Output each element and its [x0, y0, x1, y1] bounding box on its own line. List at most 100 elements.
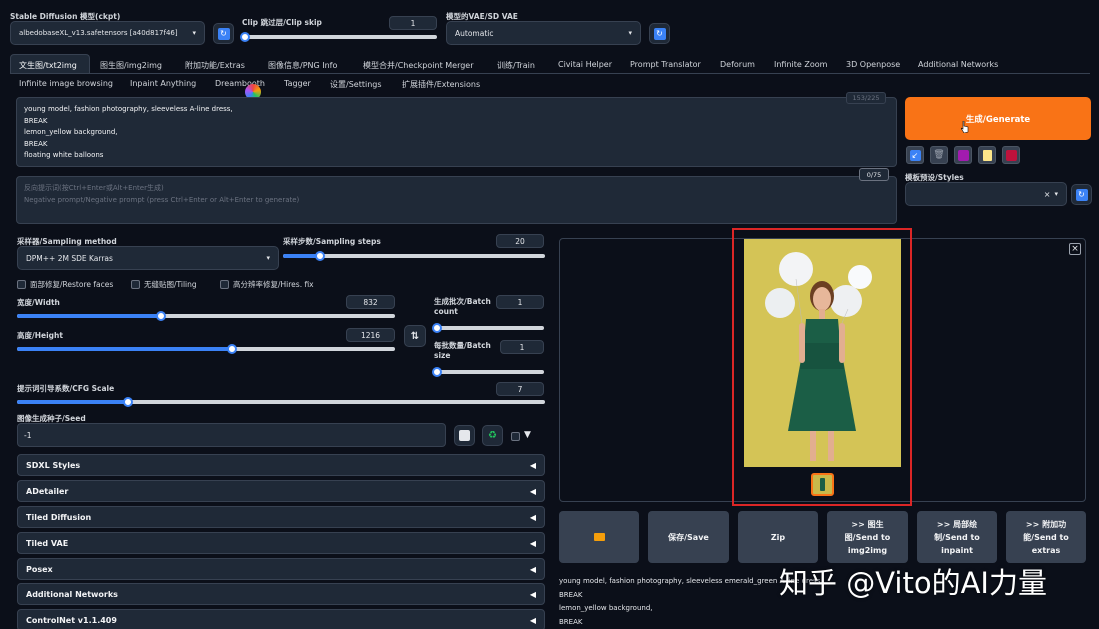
refresh-checkpoint-button[interactable]: ↻ — [213, 23, 234, 44]
tab-infinite-image-browsing[interactable]: Infinite image browsing — [19, 79, 113, 88]
clip-skip-label: Clip 跳过层/Clip skip — [242, 18, 322, 27]
generate-label: 生成/Generate — [965, 114, 1031, 125]
swap-icon: ⇅ — [410, 330, 420, 342]
clear-prompt-button[interactable]: 🗑 — [930, 146, 948, 164]
cfg-scale-slider[interactable] — [17, 397, 545, 407]
accordion-controlnet[interactable]: ControlNet v1.1.409 ◀ — [17, 609, 545, 629]
triangle-down-icon[interactable]: ▼ — [524, 430, 531, 440]
open-folder-button[interactable] — [559, 511, 639, 563]
close-icon[interactable]: × — [1069, 243, 1081, 255]
tab-infinite-zoom[interactable]: Infinite Zoom — [774, 60, 827, 69]
batch-count-input[interactable]: 1 — [496, 295, 544, 309]
mouse-cursor-icon — [960, 120, 969, 134]
floppy-disk-icon — [1005, 149, 1017, 161]
refresh-vae-button[interactable]: ↻ — [649, 23, 670, 44]
tab-tagger[interactable]: Tagger — [284, 79, 311, 88]
batch-size-slider[interactable] — [432, 367, 544, 377]
tab-checkpoint-merger[interactable]: 模型合并/Checkpoint Merger — [363, 60, 474, 71]
refresh-icon: ↻ — [217, 27, 230, 40]
send-to-extras-button[interactable]: >> 附加功 能/Send to extras — [1006, 511, 1086, 563]
picture-icon — [957, 149, 969, 161]
height-handle[interactable] — [227, 344, 237, 354]
accordion-additional-networks[interactable]: Additional Networks ◀ — [17, 583, 545, 605]
vae-value: Automatic — [455, 28, 494, 38]
tab-txt2img[interactable]: 文生图/txt2img — [19, 60, 77, 71]
save-button[interactable]: 保存/Save — [648, 511, 729, 563]
height-input[interactable]: 1216 — [346, 328, 395, 342]
cfg-scale-input[interactable]: 7 — [496, 382, 544, 396]
send-to-img2img-button[interactable]: >> 图生 图/Send to img2img — [827, 511, 908, 563]
random-seed-button[interactable] — [454, 425, 475, 446]
tab-train[interactable]: 训练/Train — [497, 60, 535, 71]
clipboard-icon — [982, 149, 992, 161]
read-params-button[interactable]: ↙ — [906, 146, 924, 164]
restore-faces-label: 面部修复/Restore faces — [30, 280, 114, 289]
clear-icon[interactable]: × — [1044, 190, 1051, 199]
checkbox-box[interactable] — [131, 280, 140, 289]
width-slider[interactable] — [17, 311, 395, 321]
accordion-title: Additional Networks — [26, 589, 118, 599]
tab-img2img[interactable]: 图生图/img2img — [100, 60, 162, 71]
accordion-tiled-vae[interactable]: Tiled VAE ◀ — [17, 532, 545, 554]
height-label: 高度/Height — [17, 331, 63, 340]
extra-networks-button[interactable] — [954, 146, 972, 164]
prompt-textarea[interactable]: young model, fashion photography, sleeve… — [16, 97, 897, 167]
width-handle[interactable] — [156, 311, 166, 321]
batch-count-slider[interactable] — [432, 323, 544, 333]
hires-fix-checkbox[interactable]: 高分辨率修复/Hires. fix — [220, 279, 314, 290]
reuse-seed-button[interactable]: ♻ — [482, 425, 503, 446]
checkbox-box[interactable] — [17, 280, 26, 289]
cfg-scale-handle[interactable] — [123, 397, 133, 407]
seed-value: -1 — [24, 430, 32, 440]
clip-skip-slider-handle[interactable] — [240, 32, 250, 42]
dice-icon — [459, 430, 470, 441]
sampling-method-dropdown[interactable]: DPM++ 2M SDE Karras ▾ — [17, 246, 279, 270]
styles-dropdown[interactable]: × ▾ — [905, 182, 1067, 206]
tab-extensions[interactable]: 扩展插件/Extensions — [402, 79, 480, 90]
swap-dimensions-button[interactable]: ⇅ — [404, 325, 426, 347]
save-style-button[interactable] — [1002, 146, 1020, 164]
tab-inpaint-anything[interactable]: Inpaint Anything — [130, 79, 196, 88]
sampling-steps-input[interactable]: 20 — [496, 234, 544, 248]
tiling-checkbox[interactable]: 无缝贴图/Tiling — [131, 279, 197, 290]
batch-size-input[interactable]: 1 — [500, 340, 544, 354]
tab-deforum[interactable]: Deforum — [720, 60, 755, 69]
sampling-steps-label: 采样步数/Sampling steps — [283, 237, 381, 246]
checkpoint-dropdown[interactable]: albedobaseXL_v13.safetensors [a40d817f46… — [10, 21, 205, 45]
generate-button[interactable]: 生成/Generate — [905, 97, 1091, 140]
batch-size-handle[interactable] — [432, 367, 442, 377]
extra-seed-checkbox[interactable] — [511, 432, 520, 441]
triangle-left-icon: ◀ — [529, 460, 536, 470]
clip-skip-input[interactable]: 1 — [389, 16, 437, 30]
tab-civitai-helper[interactable]: Civitai Helper — [558, 60, 612, 69]
accordion-sdxl-styles[interactable]: SDXL Styles ◀ — [17, 454, 545, 476]
restore-faces-checkbox[interactable]: 面部修复/Restore faces — [17, 279, 113, 290]
tab-extras[interactable]: 附加功能/Extras — [185, 60, 245, 71]
tab-3d-openpose[interactable]: 3D Openpose — [846, 60, 900, 69]
negative-prompt-textarea[interactable]: 反向提示词(按Ctrl+Enter或Alt+Enter生成) Negative … — [16, 176, 897, 224]
triangle-left-icon: ◀ — [529, 512, 536, 522]
seed-input[interactable]: -1 — [17, 423, 446, 447]
highlight-box — [732, 228, 912, 506]
height-slider[interactable] — [17, 344, 395, 354]
tiling-label: 无缝贴图/Tiling — [144, 280, 197, 289]
tab-png-info[interactable]: 图像信息/PNG Info — [268, 60, 337, 71]
sampling-method-value: DPM++ 2M SDE Karras — [26, 253, 113, 263]
refresh-styles-button[interactable]: ↻ — [1071, 184, 1092, 205]
sampling-steps-handle[interactable] — [315, 251, 325, 261]
sampling-steps-slider[interactable] — [283, 251, 545, 261]
send-to-inpaint-button[interactable]: >> 局部绘 制/Send to inpaint — [917, 511, 997, 563]
accordion-posex[interactable]: Posex ◀ — [17, 558, 545, 580]
checkbox-box[interactable] — [220, 280, 229, 289]
tab-additional-networks[interactable]: Additional Networks — [918, 60, 998, 69]
clip-skip-slider[interactable] — [240, 32, 437, 42]
apply-style-button[interactable] — [978, 146, 996, 164]
tab-settings[interactable]: 设置/Settings — [330, 79, 382, 90]
accordion-adetailer[interactable]: ADetailer ◀ — [17, 480, 545, 502]
accordion-tiled-diffusion[interactable]: Tiled Diffusion ◀ — [17, 506, 545, 528]
vae-dropdown[interactable]: Automatic ▾ — [446, 21, 641, 45]
width-input[interactable]: 832 — [346, 295, 395, 309]
zip-button[interactable]: Zip — [738, 511, 818, 563]
tab-prompt-translator[interactable]: Prompt Translator — [630, 60, 701, 69]
batch-count-handle[interactable] — [432, 323, 442, 333]
